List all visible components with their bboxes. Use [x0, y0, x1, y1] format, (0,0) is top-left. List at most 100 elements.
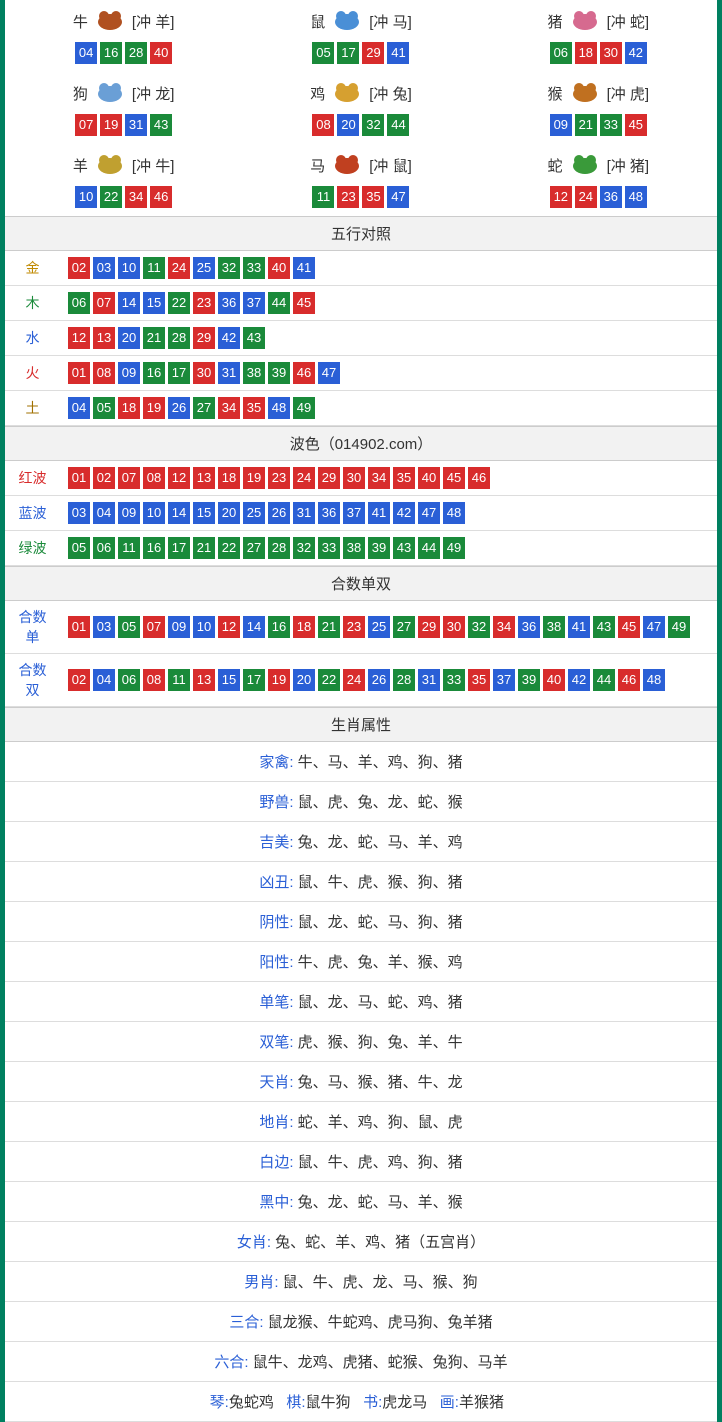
number-ball: 48 — [268, 397, 290, 419]
number-ball: 29 — [193, 327, 215, 349]
zodiac-balls: 04162840 — [5, 42, 242, 64]
zodiac-balls: 10223446 — [5, 186, 242, 208]
heshu-table: 合数单0103050709101214161821232527293032343… — [5, 601, 717, 707]
zodiac-cell: 狗[冲 龙]07193143 — [5, 72, 242, 144]
zodiac-chong: [冲 马] — [369, 11, 412, 32]
footer-label: 书: — [363, 1394, 382, 1411]
attr-label: 白边: — [259, 1154, 293, 1171]
attr-row: 女肖: 兔、蛇、羊、鸡、猪（五宫肖） — [5, 1222, 717, 1262]
row-label: 土 — [5, 391, 60, 426]
number-ball: 16 — [268, 616, 290, 638]
number-ball: 29 — [318, 467, 340, 489]
table-row: 红波0102070812131819232429303435404546 — [5, 461, 717, 496]
number-ball: 07 — [143, 616, 165, 638]
number-ball: 37 — [493, 669, 515, 691]
number-ball: 09 — [118, 362, 140, 384]
number-ball: 43 — [593, 616, 615, 638]
number-ball: 29 — [362, 42, 384, 64]
zodiac-name: 猪 — [548, 11, 563, 32]
number-ball: 12 — [68, 327, 90, 349]
attr-row: 吉美: 兔、龙、蛇、马、羊、鸡 — [5, 822, 717, 862]
zodiac-balls: 12243648 — [480, 186, 717, 208]
zodiac-icon — [567, 6, 603, 36]
row-label: 红波 — [5, 461, 60, 496]
number-ball: 49 — [293, 397, 315, 419]
attr-row: 地肖: 蛇、羊、鸡、狗、鼠、虎 — [5, 1102, 717, 1142]
number-ball: 06 — [550, 42, 572, 64]
number-ball: 44 — [387, 114, 409, 136]
footer-label: 棋: — [286, 1394, 305, 1411]
zodiac-cell: 鼠[冲 马]05172941 — [242, 0, 479, 72]
number-ball: 13 — [93, 327, 115, 349]
number-ball: 36 — [218, 292, 240, 314]
footer-value: 鼠牛狗 — [306, 1394, 351, 1411]
number-ball: 46 — [150, 186, 172, 208]
number-ball: 17 — [168, 362, 190, 384]
zodiac-cell: 猴[冲 虎]09213345 — [480, 72, 717, 144]
number-ball: 11 — [168, 669, 190, 691]
number-ball: 49 — [668, 616, 690, 638]
number-ball: 32 — [218, 257, 240, 279]
number-ball: 31 — [418, 669, 440, 691]
attr-label: 凶丑: — [259, 874, 293, 891]
row-label: 蓝波 — [5, 496, 60, 531]
row-balls: 03040910141520252631363741424748 — [60, 496, 717, 531]
number-ball: 47 — [387, 186, 409, 208]
zodiac-balls: 08203244 — [242, 114, 479, 136]
number-ball: 01 — [68, 362, 90, 384]
number-ball: 07 — [75, 114, 97, 136]
number-ball: 06 — [118, 669, 140, 691]
zodiac-title-row: 牛[冲 羊] — [5, 6, 242, 36]
number-ball: 08 — [312, 114, 334, 136]
number-ball: 38 — [243, 362, 265, 384]
number-ball: 45 — [625, 114, 647, 136]
attr-row: 三合: 鼠龙猴、牛蛇鸡、虎马狗、兔羊猪 — [5, 1302, 717, 1342]
attr-value: 牛、虎、兔、羊、猴、鸡 — [294, 954, 463, 971]
number-ball: 11 — [312, 186, 334, 208]
section-header-wuxing: 五行对照 — [5, 216, 717, 251]
wuxing-table: 金02031011242532334041木060714152223363744… — [5, 251, 717, 426]
attr-label: 阳性: — [259, 954, 293, 971]
table-row: 合数单0103050709101214161821232527293032343… — [5, 601, 717, 654]
number-ball: 28 — [268, 537, 290, 559]
number-ball: 33 — [243, 257, 265, 279]
number-ball: 30 — [443, 616, 465, 638]
attr-value: 鼠、牛、虎、鸡、狗、猪 — [294, 1154, 463, 1171]
number-ball: 27 — [393, 616, 415, 638]
number-ball: 04 — [93, 669, 115, 691]
attr-label: 黑中: — [259, 1194, 293, 1211]
zodiac-cell: 羊[冲 牛]10223446 — [5, 144, 242, 216]
row-label: 合数双 — [5, 654, 60, 707]
number-ball: 32 — [293, 537, 315, 559]
section-header-heshu: 合数单双 — [5, 566, 717, 601]
zodiac-cell: 鸡[冲 兔]08203244 — [242, 72, 479, 144]
row-label: 金 — [5, 251, 60, 286]
attr-label: 女肖: — [237, 1234, 271, 1251]
number-ball: 19 — [243, 467, 265, 489]
number-ball: 40 — [268, 257, 290, 279]
number-ball: 17 — [243, 669, 265, 691]
attr-label: 家禽: — [259, 754, 293, 771]
number-ball: 18 — [575, 42, 597, 64]
number-ball: 35 — [362, 186, 384, 208]
number-ball: 10 — [193, 616, 215, 638]
number-ball: 47 — [418, 502, 440, 524]
attr-value: 鼠、牛、虎、猴、狗、猪 — [294, 874, 463, 891]
zodiac-chong: [冲 蛇] — [607, 11, 650, 32]
attr-label: 地肖: — [259, 1114, 293, 1131]
number-ball: 21 — [193, 537, 215, 559]
zodiac-title-row: 马[冲 鼠] — [242, 150, 479, 180]
footer-value: 虎龙马 — [382, 1394, 427, 1411]
row-balls: 0103050709101214161821232527293032343638… — [60, 601, 717, 654]
number-ball: 49 — [443, 537, 465, 559]
attr-row: 野兽: 鼠、虎、兔、龙、蛇、猴 — [5, 782, 717, 822]
zodiac-balls: 07193143 — [5, 114, 242, 136]
number-ball: 40 — [543, 669, 565, 691]
number-ball: 06 — [68, 292, 90, 314]
zodiac-chong: [冲 虎] — [607, 83, 650, 104]
number-ball: 23 — [343, 616, 365, 638]
number-ball: 14 — [168, 502, 190, 524]
number-ball: 15 — [143, 292, 165, 314]
number-ball: 34 — [493, 616, 515, 638]
number-ball: 37 — [343, 502, 365, 524]
